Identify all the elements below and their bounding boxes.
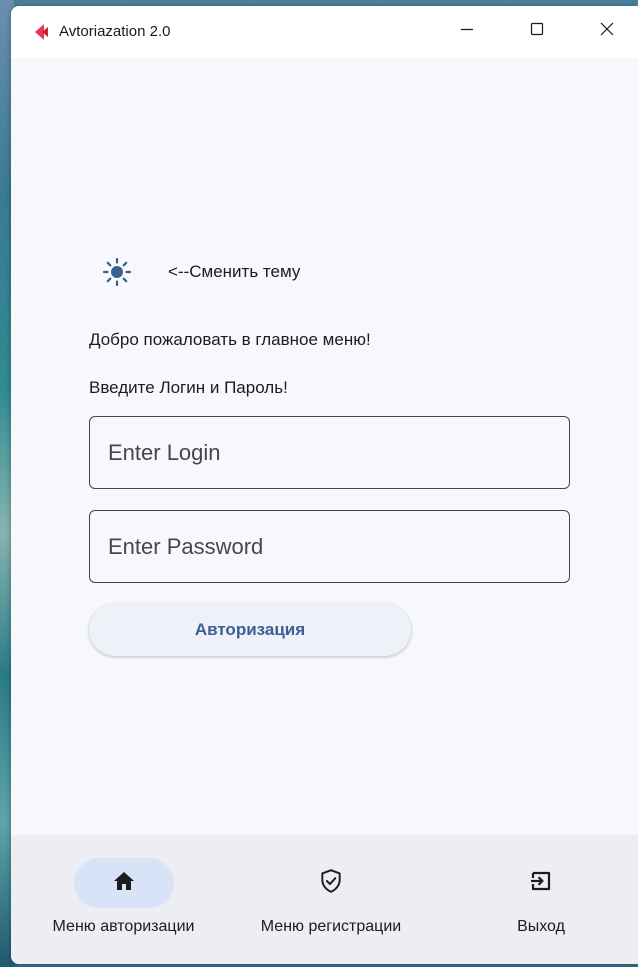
minimize-icon [459,21,475,42]
theme-toggle-row: <--Сменить тему [99,254,300,290]
login-input[interactable] [90,417,569,488]
minimize-button[interactable] [449,16,485,46]
nav-item-authorization[interactable]: Меню авторизации [11,835,236,964]
password-field[interactable] [89,510,570,583]
nav-label-exit: Выход [517,918,565,935]
nav-label-registration: Меню регистрации [260,918,402,935]
maximize-icon [529,21,545,42]
red-arrow-logo-icon [33,23,51,41]
nav-item-registration[interactable]: Меню регистрации [231,835,431,964]
home-icon [112,869,136,898]
login-field[interactable] [89,416,570,489]
password-input[interactable] [90,511,569,582]
title-bar[interactable]: Avtoriazation 2.0 [11,6,638,58]
welcome-text: Добро пожаловать в главное меню! [89,330,371,349]
bottom-navigation-bar: Меню авторизации Меню регистрации Выход [11,835,638,964]
authorization-button[interactable]: Авторизация [89,604,411,656]
maximize-button[interactable] [519,16,555,46]
nav-item-exit[interactable]: Выход [476,835,606,964]
exit-icon [529,869,553,898]
theme-label: <--Сменить тему [168,262,301,281]
nav-label-authorization: Меню авторизации [52,918,195,935]
close-button[interactable] [589,16,625,46]
sun-icon[interactable] [99,254,135,290]
nav-active-indicator [73,858,174,908]
app-window: Avtoriazation 2.0 <--Сменить тему Добро … [11,6,638,964]
close-icon [599,21,615,42]
nav-pill [281,858,381,908]
window-title: Avtoriazation 2.0 [59,23,171,40]
shield-check-icon [318,868,344,899]
login-prompt-text: Введите Логин и Пароль! [89,378,288,397]
nav-pill [491,858,591,908]
